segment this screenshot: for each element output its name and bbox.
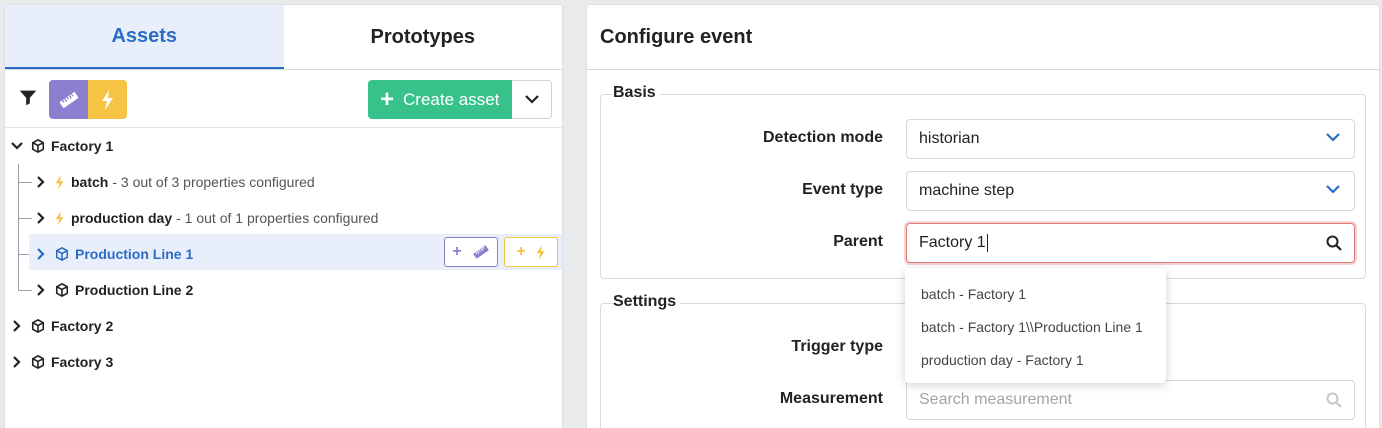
chevron-right-icon[interactable] — [35, 284, 47, 296]
row-actions: + + — [444, 237, 558, 267]
add-measurement-button[interactable]: + — [444, 237, 498, 267]
basis-legend: Basis — [613, 84, 660, 102]
lightning-icon — [55, 174, 65, 190]
text-caret — [986, 234, 988, 252]
tree-node-label: Production Line 2 — [75, 282, 194, 298]
plus-icon: + — [452, 243, 462, 260]
tree-node-production-line-2[interactable]: Production Line 2 — [35, 272, 193, 308]
plus-icon: + — [380, 85, 395, 113]
ruler-icon[interactable] — [49, 80, 88, 119]
lightning-icon[interactable] — [88, 80, 127, 119]
asset-toolbar: + Create asset — [5, 70, 562, 128]
suggestion-item[interactable]: production day - Factory 1 — [905, 343, 1166, 376]
measurement-search-input[interactable]: Search measurement — [906, 380, 1355, 420]
tree-node-description: - 3 out of 3 properties configured — [112, 174, 315, 190]
tree-node-description: - 1 out of 1 properties configured — [176, 210, 379, 226]
lightning-icon — [536, 244, 545, 260]
tree-node-label: production day — [71, 210, 173, 226]
plus-icon: + — [516, 243, 526, 260]
tree-connector — [18, 218, 32, 219]
tree-node-production-day[interactable]: production day - 1 out of 1 properties c… — [35, 200, 378, 236]
chevron-down-icon — [524, 95, 539, 104]
detection-mode-select[interactable]: historian — [906, 119, 1355, 159]
tab-assets[interactable]: Assets — [5, 5, 284, 69]
basis-section: Basis Detection mode historian Event typ… — [600, 84, 1366, 279]
search-icon — [1326, 235, 1342, 251]
event-type-label: Event type — [802, 181, 883, 198]
tree-node-label: batch — [71, 174, 109, 190]
chevron-right-icon[interactable] — [11, 356, 23, 368]
settings-legend: Settings — [613, 293, 681, 311]
chevron-down-icon — [1326, 185, 1340, 194]
add-event-button[interactable]: + — [504, 237, 558, 267]
ruler-icon — [473, 245, 489, 259]
suggestion-item[interactable]: batch - Factory 1\\Production Line 1 — [905, 310, 1166, 343]
tab-prototypes[interactable]: Prototypes — [284, 5, 563, 69]
suggestion-item[interactable]: batch - Factory 1 — [905, 277, 1166, 310]
parent-suggestions-dropdown: batch - Factory 1 batch - Factory 1\\Pro… — [905, 268, 1166, 383]
cube-icon — [55, 283, 69, 297]
page-title: Configure event — [587, 5, 1379, 70]
parent-input-value: Factory 1 — [919, 234, 986, 251]
chevron-right-icon[interactable] — [11, 320, 23, 332]
asset-panel: Assets Prototypes + Create asset Factory… — [4, 4, 563, 428]
chevron-down-icon — [1326, 133, 1340, 142]
tree-node-label: Production Line 1 — [75, 246, 194, 262]
measurement-placeholder: Search measurement — [919, 391, 1072, 408]
detection-mode-label: Detection mode — [762, 129, 883, 146]
create-asset-dropdown[interactable] — [512, 80, 552, 119]
cube-icon — [31, 355, 45, 369]
tree-connector — [18, 182, 32, 183]
tree-node-factory-3[interactable]: Factory 3 — [11, 344, 113, 380]
create-asset-button[interactable]: + Create asset — [368, 80, 513, 119]
cube-icon — [31, 319, 45, 333]
tree-node-production-line-1[interactable]: Production Line 1 — [35, 236, 193, 272]
tree-node-label: Factory 2 — [51, 318, 114, 334]
measurement-label: Measurement — [779, 390, 883, 407]
trigger-type-label: Trigger type — [791, 338, 883, 355]
parent-search-input[interactable]: Factory 1 — [906, 223, 1355, 263]
cube-icon — [55, 247, 69, 261]
chevron-right-icon[interactable] — [35, 212, 47, 224]
filter-icon[interactable] — [17, 86, 39, 108]
chevron-right-icon[interactable] — [35, 176, 47, 188]
event-type-value: machine step — [919, 182, 1015, 199]
parent-label: Parent — [833, 233, 883, 250]
lightning-icon — [55, 210, 65, 226]
tree-node-factory-1[interactable]: Factory 1 — [11, 128, 113, 164]
type-toggle-group — [49, 80, 127, 119]
tree-connector — [18, 290, 32, 291]
detection-mode-value: historian — [919, 130, 980, 147]
tree-node-label: Factory 3 — [51, 354, 114, 370]
create-asset-label: Create asset — [403, 89, 500, 109]
tree-node-batch[interactable]: batch - 3 out of 3 properties configured — [35, 164, 315, 200]
panel-tabs: Assets Prototypes — [5, 5, 562, 70]
chevron-right-icon[interactable] — [35, 248, 47, 260]
tree-node-factory-2[interactable]: Factory 2 — [11, 308, 113, 344]
event-type-select[interactable]: machine step — [906, 171, 1355, 211]
cube-icon — [31, 139, 45, 153]
tree-node-label: Factory 1 — [51, 138, 114, 154]
chevron-down-icon[interactable] — [11, 140, 23, 152]
search-icon — [1326, 392, 1342, 408]
